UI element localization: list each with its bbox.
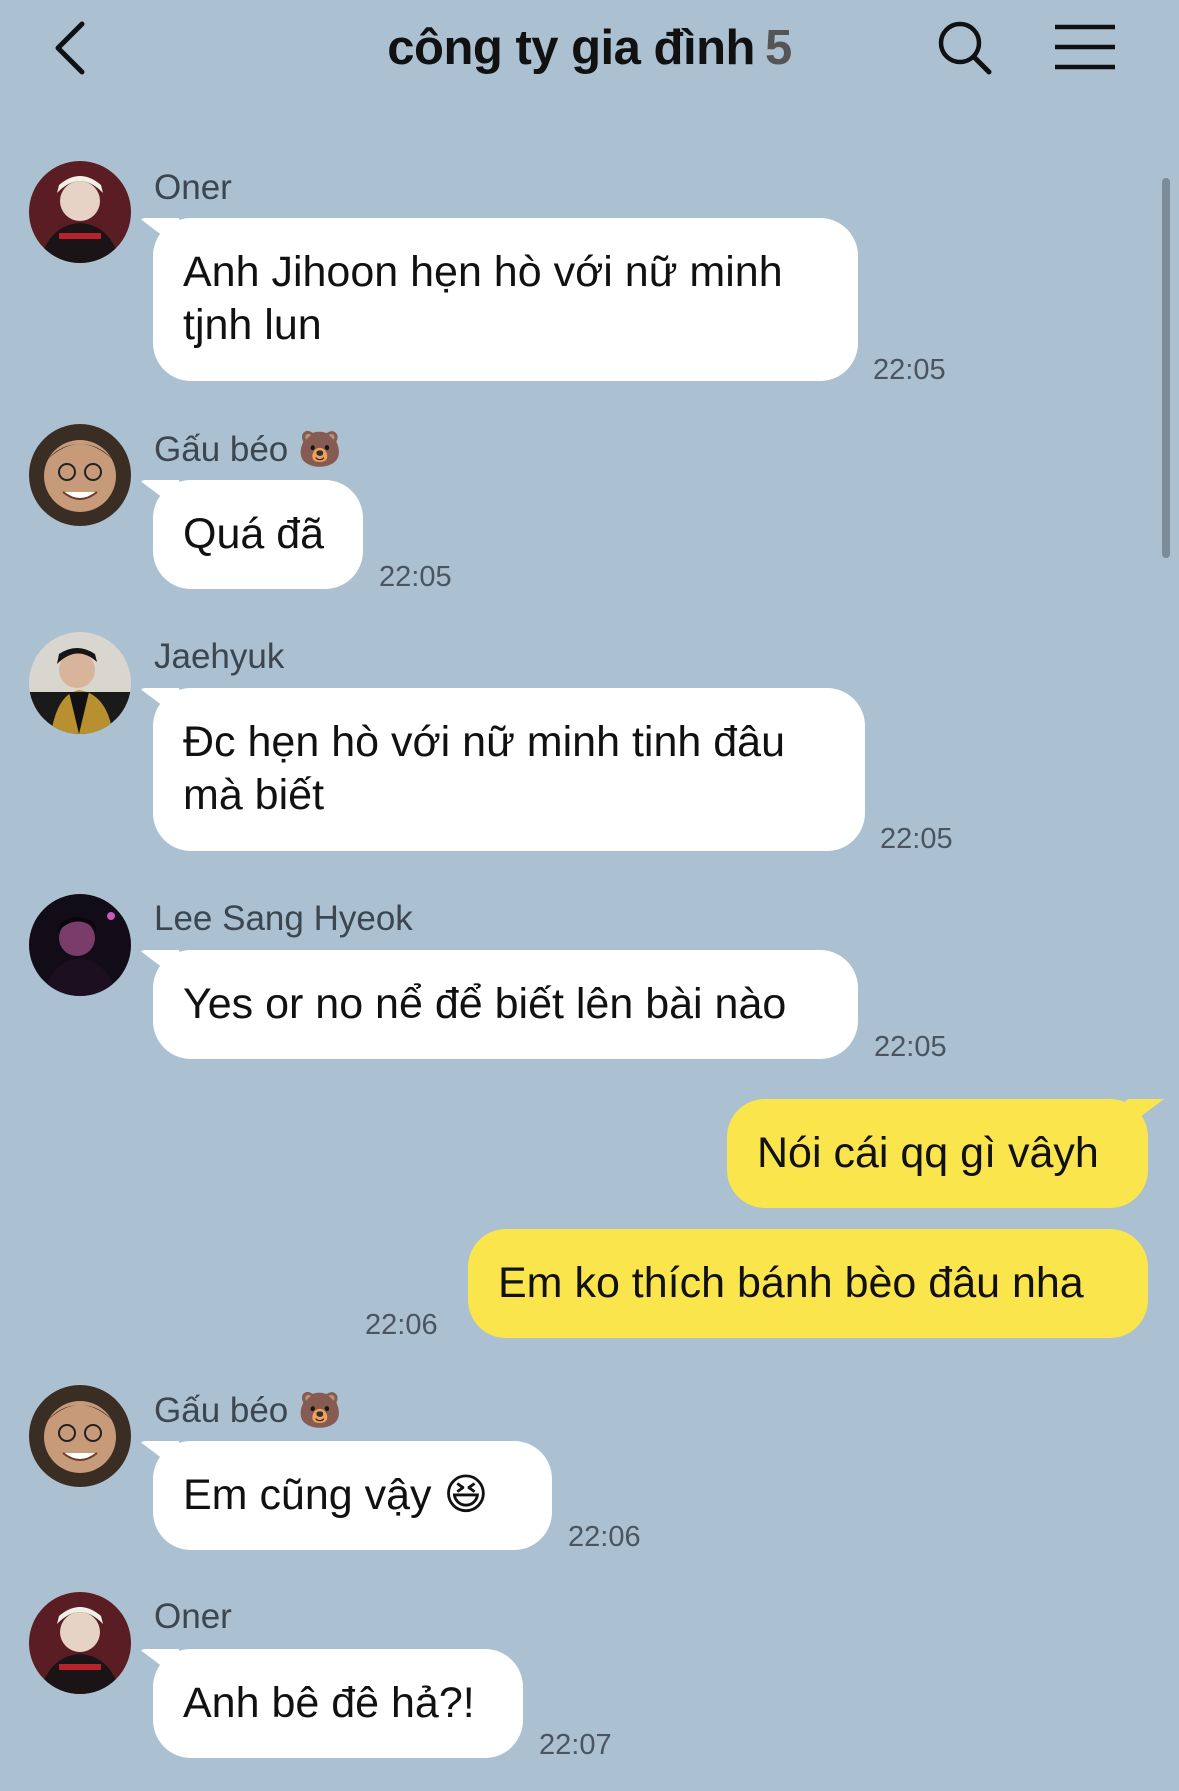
message-bubble[interactable]: Em cũng vậy 😆 — [153, 1441, 552, 1550]
message-bubble[interactable]: Yes or no nể để biết lên bài nào — [153, 950, 858, 1059]
outgoing-message-bubble[interactable]: Nói cái qq gì vâyh — [727, 1099, 1148, 1208]
avatar-gau-beo[interactable] — [29, 1385, 131, 1487]
sender-name: Oner — [154, 1597, 232, 1636]
message-text-line: Quá đã — [183, 510, 325, 558]
search-icon[interactable] — [935, 18, 995, 78]
message-bubble[interactable]: Anh bê đê hả?! — [153, 1649, 523, 1758]
message-text-line: Anh bê đê hả?! — [183, 1679, 475, 1727]
sender-name: Lee Sang Hyeok — [154, 899, 413, 938]
message-time: 22:06 — [568, 1521, 641, 1553]
message-text-line: Em cũng vậy 😆 — [183, 1471, 489, 1519]
message-text-line: tjnh lun — [183, 301, 322, 349]
outgoing-message-bubble[interactable]: Em ko thích bánh bèo đâu nha — [468, 1229, 1148, 1338]
hamburger-menu-icon[interactable] — [1052, 22, 1118, 72]
message-text-line: Đc hẹn hò với nữ minh tinh đâu — [183, 718, 785, 766]
message-text-line: Yes or no nể để biết lên bài nào — [183, 980, 787, 1028]
avatar-oner[interactable] — [29, 161, 131, 263]
avatar-jaehyuk[interactable] — [29, 632, 131, 734]
message-time: 22:05 — [880, 823, 953, 855]
message-bubble[interactable]: Quá đã — [153, 480, 363, 589]
message-text-line: Anh Jihoon hẹn hò với nữ minh — [183, 248, 783, 296]
sender-name: Oner — [154, 168, 232, 207]
message-bubble[interactable]: Anh Jihoon hẹn hò với nữ minh tjnh lun — [153, 218, 858, 381]
sender-name: Gấu béo 🐻 — [154, 1391, 342, 1430]
avatar-oner[interactable] — [29, 1592, 131, 1694]
message-bubble[interactable]: Đc hẹn hò với nữ minh tinh đâu mà biết — [153, 688, 865, 851]
avatar-lee-sang-hyeok[interactable] — [29, 894, 131, 996]
message-time: 22:05 — [873, 354, 946, 386]
message-time: 22:05 — [874, 1031, 947, 1063]
message-time: 22:07 — [539, 1729, 612, 1761]
member-count: 5 — [764, 21, 792, 75]
sender-name: Jaehyuk — [154, 637, 285, 676]
chat-name: công ty gia đình — [387, 21, 755, 75]
chat-header: công ty gia đình 5 — [0, 0, 1179, 100]
message-time: 22:05 — [379, 561, 452, 593]
scrollbar[interactable] — [1162, 178, 1170, 558]
message-text-line: mà biết — [183, 771, 325, 819]
avatar-gau-beo[interactable] — [29, 424, 131, 526]
chat-title: công ty gia đình 5 — [0, 20, 1179, 76]
sender-name: Gấu béo 🐻 — [154, 430, 342, 469]
message-text-line: Nói cái qq gì vâyh — [757, 1129, 1099, 1177]
message-text-line: Em ko thích bánh bèo đâu nha — [498, 1259, 1084, 1307]
message-time: 22:06 — [365, 1309, 438, 1341]
